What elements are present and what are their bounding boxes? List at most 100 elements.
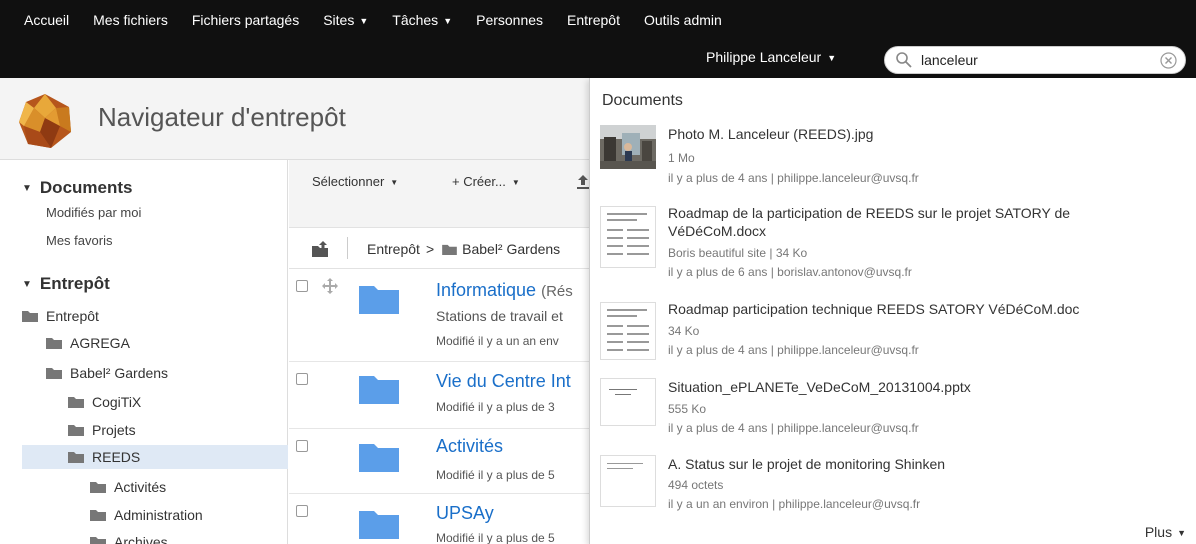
link-mes-favoris[interactable]: Mes favoris (46, 233, 112, 248)
thumbnail-line (607, 309, 647, 311)
section-label: Entrepôt (39, 274, 110, 293)
sidebar: ▼ Documents Modifiés par moi Mes favoris … (0, 160, 288, 544)
thumbnail-line (607, 468, 633, 469)
folder-up-icon[interactable] (311, 240, 329, 258)
document-thumbnail (600, 455, 656, 507)
thumbnail-line (607, 463, 643, 464)
row-checkbox[interactable] (296, 373, 308, 385)
tree-item-cogitix[interactable]: CogiTiX (68, 391, 141, 413)
nav-accueil[interactable]: Accueil (0, 12, 69, 28)
link-modifies-par-moi[interactable]: Modifiés par moi (46, 205, 141, 220)
tree-item-archives[interactable]: Archives (90, 531, 168, 544)
breadcrumb-root[interactable]: Entrepôt (367, 241, 420, 257)
result-meta: il y a plus de 4 ans | philippe.lanceleu… (668, 171, 919, 185)
folder-icon (68, 397, 84, 408)
tree-item-projets[interactable]: Projets (68, 419, 136, 441)
row-title[interactable]: UPSAy (436, 503, 494, 524)
result-meta: il y a plus de 4 ans | philippe.lanceleu… (668, 343, 919, 357)
triangle-down-icon: ▼ (22, 183, 32, 194)
thumbnail-line (607, 341, 623, 343)
caret-down-icon: ▼ (1177, 528, 1186, 538)
nav-label: Sites (323, 12, 355, 28)
entrepot-section-title[interactable]: ▼ Entrepôt (22, 274, 110, 294)
document-thumbnail (600, 302, 656, 360)
nav-personnes[interactable]: Personnes (452, 12, 543, 28)
result-title: Roadmap participation technique REEDS SA… (668, 301, 1080, 317)
section-label: Documents (39, 178, 133, 197)
create-button[interactable]: + Créer... ▼ (452, 174, 520, 189)
thumbnail-line (607, 213, 647, 215)
nav-label: Personnes (476, 12, 544, 28)
thumbnail-line (607, 333, 623, 335)
result-title: Roadmap de la participation de REEDS sur… (668, 205, 1071, 239)
nav-taches[interactable]: Tâches ▼ (368, 12, 452, 28)
row-checkbox[interactable] (296, 440, 308, 452)
search-result-item[interactable]: A. Status sur le projet de monitoring Sh… (590, 455, 1196, 535)
tree-label: CogiTiX (92, 394, 142, 410)
nav-entrepot[interactable]: Entrepôt (543, 12, 620, 28)
thumbnail-line (627, 253, 649, 255)
clear-icon[interactable] (1160, 52, 1177, 69)
document-thumbnail (600, 206, 656, 268)
nav-mes-fichiers[interactable]: Mes fichiers (69, 12, 168, 28)
search-result-item[interactable]: Roadmap de la participation de REEDS sur… (590, 204, 1196, 284)
thumbnail-line (607, 219, 637, 221)
search-results-dropdown: Documents Photo M. Lanceleur (REEDS).jpg… (589, 78, 1196, 544)
thumbnail-line (627, 333, 649, 335)
page-title: Navigateur d'entrepôt (98, 102, 346, 132)
folder-icon (90, 510, 106, 521)
nav-label: Accueil (24, 12, 70, 28)
nav-fichiers-partages[interactable]: Fichiers partagés (168, 12, 299, 28)
tree-label: AGREGA (70, 335, 130, 351)
thumbnail-line (627, 237, 649, 239)
row-meta: Modifié il y a un an env (436, 334, 559, 348)
search-icon[interactable] (895, 51, 913, 69)
folder-icon (46, 368, 62, 379)
tree-item-reeds[interactable]: REEDS (68, 446, 140, 468)
search-result-item[interactable]: Roadmap participation technique REEDS SA… (590, 300, 1196, 380)
row-checkbox[interactable] (296, 280, 308, 292)
result-size: 34 Ko (668, 324, 700, 338)
folder-icon (359, 444, 399, 472)
thumbnail-line (627, 245, 649, 247)
row-title[interactable]: Informatique (Rés (436, 280, 573, 301)
row-title[interactable]: Vie du Centre Int (436, 371, 571, 392)
documents-section-title[interactable]: ▼ Documents (22, 178, 132, 198)
tree-item-entrepot[interactable]: Entrepôt (22, 305, 99, 327)
thumbnail-line (607, 315, 637, 317)
tree-item-babel-gardens[interactable]: Babel² Gardens (46, 362, 168, 384)
row-title-text: Informatique (436, 280, 537, 300)
thumbnail-line (607, 325, 623, 327)
search-input[interactable] (921, 52, 1141, 68)
folder-icon (359, 286, 399, 314)
row-meta: Modifié il y a plus de 5 (436, 531, 555, 544)
folder-icon (22, 311, 38, 322)
search-result-item[interactable]: Situation_ePLANETe_VeDeCoM_20131004.pptx… (590, 378, 1196, 458)
nav-label: Tâches (392, 12, 439, 28)
folder-icon (359, 511, 399, 539)
divider (347, 237, 348, 259)
row-title[interactable]: Activités (436, 436, 503, 457)
breadcrumb-separator: > (425, 241, 435, 257)
tree-label: Entrepôt (46, 308, 99, 324)
caret-down-icon: ▼ (390, 178, 399, 187)
row-checkbox[interactable] (296, 505, 308, 517)
tree-item-activites[interactable]: Activités (90, 476, 166, 498)
folder-icon (90, 482, 106, 493)
thumbnail-line (615, 394, 631, 395)
search-box (884, 46, 1186, 74)
result-title: Situation_ePLANETe_VeDeCoM_20131004.pptx (668, 379, 971, 395)
nav-outils-admin[interactable]: Outils admin (620, 12, 722, 28)
nav-sites[interactable]: Sites ▼ (299, 12, 368, 28)
move-icon[interactable] (322, 278, 338, 294)
tree-item-agrega[interactable]: AGREGA (46, 332, 130, 354)
select-button[interactable]: Sélectionner ▼ (312, 174, 398, 189)
breadcrumb-folder[interactable]: Babel² Gardens (462, 241, 560, 257)
thumbnail-line (607, 237, 623, 239)
more-results-button[interactable]: Plus ▼ (1145, 524, 1186, 540)
result-size: 1 Mo (668, 151, 695, 165)
tree-item-administration[interactable]: Administration (90, 504, 203, 526)
user-menu[interactable]: Philippe Lanceleur ▼ (706, 49, 836, 65)
result-title: A. Status sur le projet de monitoring Sh… (668, 456, 946, 472)
search-result-item[interactable]: Photo M. Lanceleur (REEDS).jpg 1 Mo il y… (590, 125, 1196, 205)
